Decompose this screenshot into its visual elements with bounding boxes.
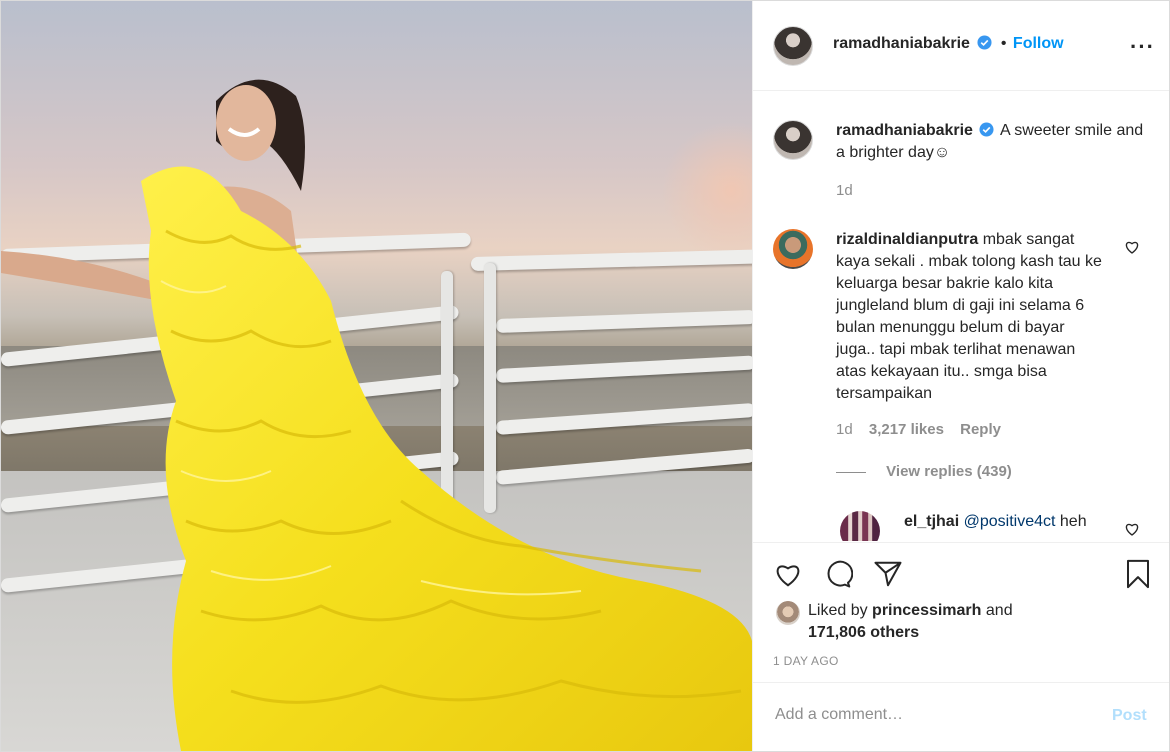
view-replies-row[interactable]: View replies (439): [836, 463, 1012, 480]
comment-time: 1d: [836, 421, 853, 438]
comment-likes[interactable]: 3,217 likes: [869, 421, 944, 438]
author-avatar[interactable]: [773, 26, 813, 66]
comment-username[interactable]: rizaldinaldianputra: [836, 231, 978, 248]
post-header: ramadhaniabakrie • Follow ···: [753, 1, 1169, 91]
view-replies-button[interactable]: View replies (439): [886, 463, 1012, 480]
commenter-avatar[interactable]: [773, 229, 813, 269]
verified-badge-icon: [979, 122, 994, 137]
author-line: ramadhaniabakrie • Follow: [833, 35, 1064, 53]
liked-and: and: [985, 602, 1013, 619]
comment-body: rizaldinaldianputra mbak sangat kaya sek…: [836, 229, 1106, 405]
more-options-icon[interactable]: ···: [1130, 34, 1155, 60]
author-username[interactable]: ramadhaniabakrie: [833, 35, 970, 52]
comment-meta: 1d 3,217 likes Reply: [836, 421, 1001, 438]
post-side-panel: ramadhaniabakrie • Follow ··· ramadhania…: [752, 1, 1169, 751]
like-comment-heart-icon[interactable]: [1124, 239, 1140, 255]
like-reply-heart-icon[interactable]: [1124, 521, 1140, 537]
reply-button[interactable]: Reply: [960, 421, 1001, 438]
reply-text: heh: [1059, 513, 1087, 530]
instagram-post-window: ramadhaniabakrie • Follow ··· ramadhania…: [0, 0, 1170, 752]
add-comment-input[interactable]: [773, 705, 1077, 725]
reply-body: el_tjhai @positive4ct heh: [904, 511, 1114, 533]
verified-badge-icon: [977, 35, 992, 50]
caption-time: 1d: [836, 182, 853, 199]
like-heart-icon[interactable]: [773, 559, 803, 589]
comment-text: mbak sangat kaya sekali . mbak tolong ka…: [836, 231, 1102, 402]
add-comment-bar: Post: [753, 682, 1169, 751]
caption-avatar[interactable]: [773, 120, 813, 160]
liked-user[interactable]: princessimarh: [872, 602, 981, 619]
follow-separator: •: [1000, 35, 1007, 52]
liked-others[interactable]: 171,806 others: [808, 624, 919, 641]
share-paper-plane-icon[interactable]: [873, 559, 903, 589]
woman-yellow-gown-illustration: [1, 79, 752, 751]
liked-prefix: Liked by: [808, 602, 868, 619]
replies-divider: [836, 471, 866, 473]
comment-bubble-icon[interactable]: [823, 559, 853, 589]
post-date[interactable]: 1 DAY AGO: [773, 654, 839, 668]
comments-list[interactable]: ramadhaniabakrie A sweeter smile and a b…: [753, 91, 1169, 541]
post-actions: Liked by princessimarh and 171,806 other…: [753, 542, 1169, 683]
caption: ramadhaniabakrie A sweeter smile and a b…: [836, 120, 1151, 164]
follow-button[interactable]: Follow: [1013, 35, 1064, 52]
liked-by-line: Liked by princessimarh and 171,806 other…: [808, 600, 1013, 644]
reply-avatar[interactable]: [840, 511, 880, 541]
caption-username[interactable]: ramadhaniabakrie: [836, 122, 973, 139]
liker-avatar[interactable]: [776, 601, 800, 625]
post-photo[interactable]: [1, 1, 752, 751]
reply-username[interactable]: el_tjhai: [904, 513, 959, 530]
save-bookmark-icon[interactable]: [1123, 559, 1153, 589]
reply-mention[interactable]: @positive4ct: [964, 513, 1056, 530]
post-comment-button[interactable]: Post: [1112, 707, 1147, 725]
